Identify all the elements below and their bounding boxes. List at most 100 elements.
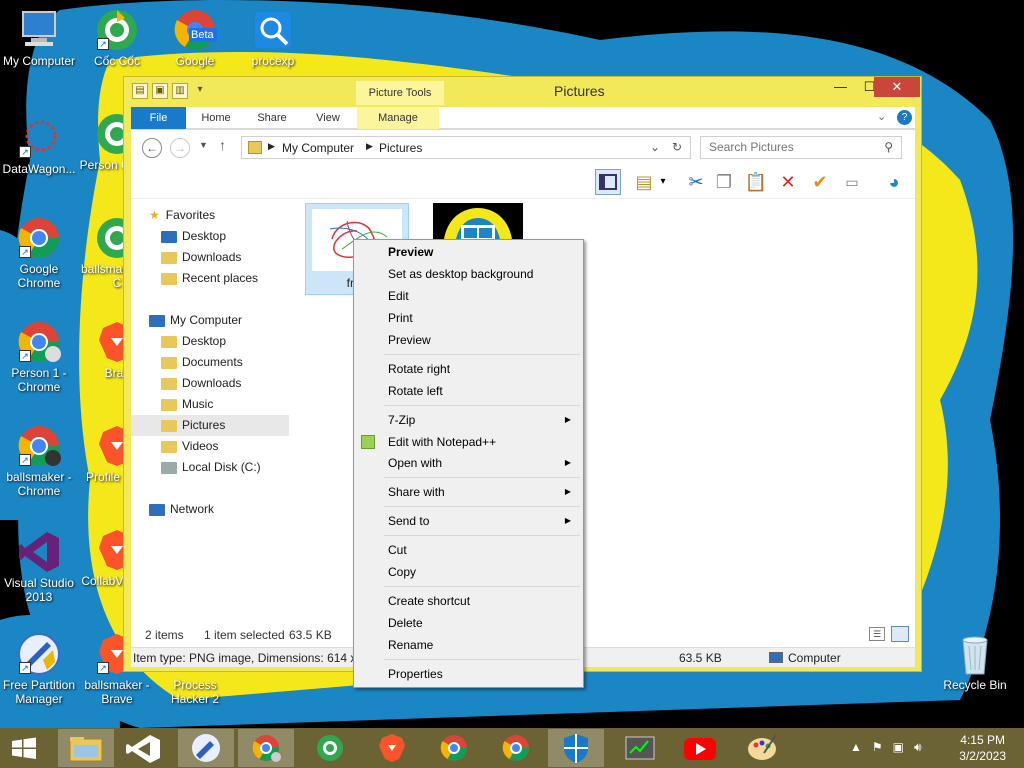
search-input[interactable] <box>709 137 879 157</box>
tab-home[interactable]: Home <box>193 107 239 129</box>
checkmark-icon[interactable]: ✔ <box>807 169 833 195</box>
breadcrumb-my-computer[interactable]: My Computer <box>282 141 354 155</box>
copy-icon[interactable]: ❐ <box>711 169 737 195</box>
menu-item-preview[interactable]: Preview <box>356 329 581 351</box>
desktop-icon-recycle-bin[interactable]: Recycle Bin <box>936 632 1014 692</box>
new-folder-icon[interactable]: ▣ <box>152 83 168 99</box>
chevron-down-icon[interactable]: ▾ <box>192 83 208 99</box>
menu-item-properties[interactable]: Properties <box>356 663 581 685</box>
menu-item-send-to[interactable]: Send to ▶ <box>356 510 581 532</box>
folder-icon[interactable]: ▥ <box>172 83 188 99</box>
action-center-flag-icon[interactable]: ⚑ <box>872 740 883 755</box>
recent-locations-icon[interactable]: ▼ <box>199 140 208 150</box>
taskbar-paint[interactable] <box>734 729 790 767</box>
nav-fav-downloads[interactable]: Downloads <box>131 247 289 268</box>
menu-item-cut[interactable]: Cut <box>356 539 581 561</box>
minimize-button[interactable]: — <box>826 77 855 97</box>
address-dropdown-icon[interactable]: ⌄ <box>650 140 660 154</box>
taskbar-process-hacker[interactable] <box>612 729 668 767</box>
nav-desktop[interactable]: Desktop <box>131 331 289 352</box>
properties-check-icon[interactable]: ▤ <box>631 169 657 195</box>
nav-network[interactable]: Network <box>131 499 289 520</box>
tab-file[interactable]: File <box>131 107 186 129</box>
desktop-icon-procexp[interactable]: procexp <box>234 8 312 68</box>
taskbar-coccoc[interactable] <box>302 729 358 767</box>
menu-item-print[interactable]: Print <box>356 307 581 329</box>
show-hidden-icons-icon[interactable]: ▲ <box>850 740 862 755</box>
shortcut-arrow-icon: ↗ <box>19 454 31 466</box>
search-box[interactable]: ⚲ <box>700 136 902 159</box>
back-button[interactable]: ← <box>142 138 162 158</box>
menu-item-edit-notepadpp[interactable]: Edit with Notepad++ <box>356 431 581 453</box>
volume-icon[interactable]: 🔊︎ <box>914 740 922 755</box>
details-view-icon[interactable]: ☰ <box>869 627 885 641</box>
preview-pane-icon[interactable] <box>595 169 621 195</box>
up-arrow-icon[interactable]: ↑ <box>219 137 226 153</box>
menu-item-share-with[interactable]: Share with ▶ <box>356 481 581 503</box>
desktop-icon-free-partition-manager[interactable]: ↗ Free Partition Manager <box>0 632 78 706</box>
desktop-icon-visual-studio[interactable]: Visual Studio 2013 <box>0 530 78 604</box>
menu-item-rotate-left[interactable]: Rotate left <box>356 380 581 402</box>
forward-button[interactable]: → <box>170 138 190 158</box>
nav-videos[interactable]: Videos <box>131 436 289 457</box>
properties-icon[interactable]: ▤ <box>132 83 148 99</box>
rename-icon[interactable]: ▭ <box>839 169 865 195</box>
refresh-icon[interactable]: ↻ <box>672 140 682 154</box>
desktop-icon-datawagon[interactable]: ↗ DataWagon... <box>0 116 78 176</box>
desktop-icon-person1-chrome[interactable]: ↗ Person 1 - Chrome <box>0 320 78 394</box>
desktop-icon-google-beta[interactable]: Beta Google <box>156 8 234 68</box>
taskbar-partition-manager[interactable] <box>178 729 234 767</box>
tab-manage[interactable]: Manage <box>357 107 439 129</box>
taskbar-file-explorer[interactable] <box>58 729 114 767</box>
nav-downloads[interactable]: Downloads <box>131 373 289 394</box>
large-icons-view-icon[interactable] <box>891 626 909 642</box>
desktop-icon-ballsmaker-chrome[interactable]: ↗ ballsmaker - Chrome <box>0 424 78 498</box>
taskbar-chrome[interactable] <box>488 729 544 767</box>
delete-icon[interactable]: ✕ <box>775 169 801 195</box>
start-button[interactable] <box>0 729 48 767</box>
menu-item-rename[interactable]: Rename <box>356 634 581 656</box>
paste-icon[interactable]: 📋 <box>743 169 769 195</box>
folder-icon <box>161 377 177 390</box>
cut-icon[interactable]: ✂ <box>683 169 709 195</box>
taskbar-youtube[interactable] <box>672 729 728 767</box>
menu-item-delete[interactable]: Delete <box>356 612 581 634</box>
nav-fav-desktop[interactable]: Desktop <box>131 226 289 247</box>
desktop-icon-google-chrome[interactable]: ↗ Google Chrome <box>0 216 78 290</box>
address-bar[interactable]: ▶ My Computer ▶ Pictures ⌄ ↻ <box>241 136 691 159</box>
help-icon[interactable]: ? <box>897 110 912 125</box>
taskbar-clock[interactable]: 4:15 PM 3/2/2023 <box>959 732 1006 764</box>
nav-my-computer[interactable]: My Computer <box>131 310 289 331</box>
menu-item-copy[interactable]: Copy <box>356 561 581 583</box>
taskbar-chrome-profile[interactable] <box>238 729 294 767</box>
nav-pictures[interactable]: Pictures <box>131 415 289 436</box>
tab-view[interactable]: View <box>305 107 351 129</box>
nav-music[interactable]: Music <box>131 394 289 415</box>
ribbon-expand-icon[interactable]: ⌄ <box>877 110 886 123</box>
menu-item-preview-default[interactable]: Preview <box>356 241 581 263</box>
nav-documents[interactable]: Documents <box>131 352 289 373</box>
title-bar[interactable]: ▤ ▣ ▥ ▾ Picture Tools Pictures — ☐ ✕ <box>124 77 921 105</box>
menu-item-set-desktop-background[interactable]: Set as desktop background <box>356 263 581 285</box>
taskbar-chrome-beta[interactable] <box>426 729 482 767</box>
menu-item-open-with[interactable]: Open with ▶ <box>356 452 581 474</box>
network-icon[interactable]: ▣ <box>893 740 904 755</box>
shell-icon[interactable]: ◕ <box>881 169 907 195</box>
menu-item-edit[interactable]: Edit <box>356 285 581 307</box>
close-button[interactable]: ✕ <box>874 77 920 97</box>
desktop-icon-my-computer[interactable]: My Computer <box>0 8 78 68</box>
taskbar-defender[interactable] <box>548 729 604 767</box>
nav-favorites[interactable]: ★ Favorites <box>131 205 289 226</box>
tab-share[interactable]: Share <box>249 107 295 129</box>
desktop-icon-coccoc[interactable]: ↗ Cốc Cốc <box>78 8 156 68</box>
menu-item-create-shortcut[interactable]: Create shortcut <box>356 590 581 612</box>
nav-local-disk[interactable]: Local Disk (C:) <box>131 457 289 478</box>
nav-fav-recent[interactable]: Recent places <box>131 268 289 289</box>
breadcrumb-pictures[interactable]: Pictures <box>379 141 422 155</box>
taskbar-brave[interactable] <box>364 729 420 767</box>
menu-item-rotate-right[interactable]: Rotate right <box>356 358 581 380</box>
taskbar-visual-studio[interactable] <box>116 729 172 767</box>
chevron-down-icon[interactable]: ▾ <box>657 169 669 195</box>
search-icon[interactable]: ⚲ <box>884 140 893 154</box>
menu-item-7zip[interactable]: 7-Zip ▶ <box>356 409 581 431</box>
